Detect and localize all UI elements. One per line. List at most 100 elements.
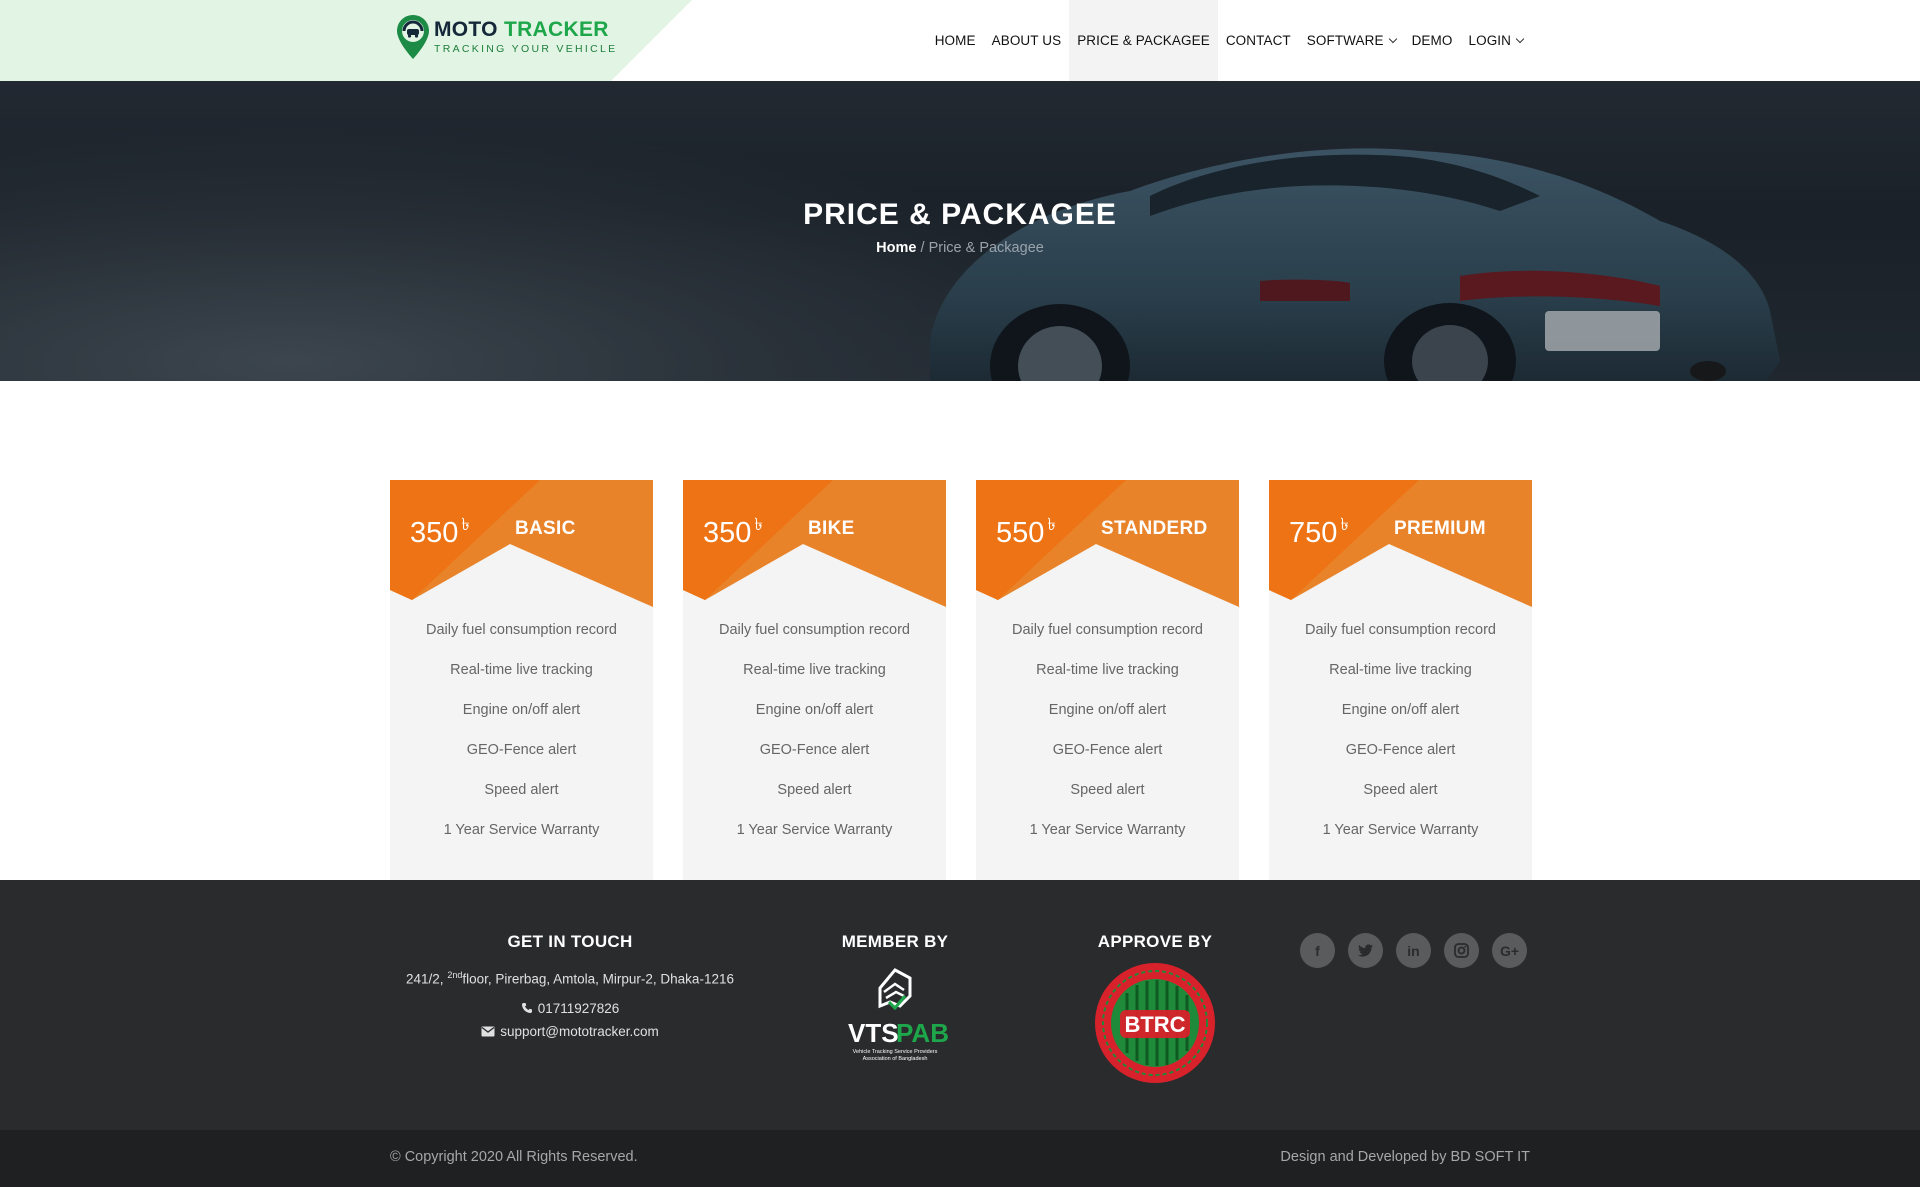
address-floor-sup: 2nd [447, 970, 463, 980]
phone-number: 01711927826 [537, 1000, 620, 1016]
approve-column: APPROVE BY BTRC [1080, 932, 1230, 1091]
pricing-card-header: 750 ৳ PREMIUM [1269, 480, 1532, 610]
approve-heading: APPROVE BY [1097, 932, 1213, 951]
breadcrumb: Home / Price & Packagee [0, 240, 1920, 256]
contact-address: 241/2, 2ndfloor, Pirerbag, Amtola, Mirpu… [390, 970, 750, 987]
brand-tagline: TRACKING YOUR VEHICLE [434, 42, 618, 55]
brand-name-part2: TRACKER [503, 17, 609, 41]
social-links: f in G+ [1300, 933, 1527, 968]
feature-item: Speed alert [777, 782, 852, 798]
contact-column: GET IN TOUCH 241/2, 2ndfloor, Pirerbag, … [390, 932, 750, 1039]
plan-price: 750 ৳ [1289, 512, 1349, 550]
feature-item: Daily fuel consumption record [1011, 622, 1203, 638]
plan-price: 350 ৳ [410, 512, 470, 550]
copyright-bar: © Copyright 2020 All Rights Reserved. De… [0, 1130, 1920, 1187]
vtspab-logo-text-vts: VTS [848, 1018, 899, 1048]
feature-item: 1 Year Service Warranty [1029, 822, 1186, 838]
feature-item: GEO-Fence alert [759, 742, 870, 758]
instagram-glyph [1454, 943, 1469, 958]
feature-item: GEO-Fence alert [1052, 742, 1163, 758]
plan-name: BIKE [808, 518, 855, 539]
price-value: 350 [410, 517, 459, 549]
pricing-card-basic[interactable]: 350 ৳ BASIC Daily fuel consumption record… [390, 480, 653, 880]
feature-item: GEO-Fence alert [1345, 742, 1456, 758]
google-plus-icon[interactable]: G+ [1492, 933, 1527, 968]
nav-software[interactable]: SOFTWARE [1299, 0, 1404, 81]
chevron-down-icon [1515, 34, 1525, 44]
nav-contact-label: CONTACT [1225, 33, 1291, 48]
facebook-icon[interactable]: f [1300, 933, 1335, 968]
nav-price-package[interactable]: PRICE & PACKAGEE [1069, 0, 1218, 81]
btrc-logo-text: BTRC [1124, 1012, 1185, 1037]
page-title: PRICE & PACKAGEE [803, 198, 1117, 231]
plan-price: 550 ৳ [996, 512, 1056, 550]
feature-item: 1 Year Service Warranty [1322, 822, 1479, 838]
plan-price: 350 ৳ [703, 512, 763, 550]
breadcrumb-separator: / [916, 240, 929, 256]
feature-list: Daily fuel consumption record Real-time … [976, 610, 1239, 850]
feature-item: 1 Year Service Warranty [736, 822, 893, 838]
breadcrumb-home-link[interactable]: Home [876, 240, 916, 256]
member-heading: MEMBER BY [841, 932, 949, 951]
feature-list: Daily fuel consumption record Real-time … [1269, 610, 1532, 850]
site-logo[interactable]: MOTO TRACKER TRACKING YOUR VEHICLE [396, 14, 617, 60]
vtspab-logo-text-pab: PAB [896, 1018, 949, 1048]
copyright-text: © Copyright 2020 All Rights Reserved. [390, 1149, 638, 1165]
instagram-icon[interactable] [1444, 933, 1479, 968]
nav-demo-label: DEMO [1411, 33, 1453, 48]
pricing-card-premium[interactable]: 750 ৳ PREMIUM Daily fuel consumption reco… [1269, 480, 1532, 880]
pricing-card-standard[interactable]: 550 ৳ STANDERD Daily fuel consumption rec… [976, 480, 1239, 880]
nav-about-us[interactable]: ABOUT US [984, 0, 1070, 81]
feature-item: Real-time live tracking [743, 662, 886, 678]
twitter-icon[interactable] [1348, 933, 1383, 968]
phone-icon [521, 1003, 532, 1013]
pricing-section: 350 ৳ BASIC Daily fuel consumption record… [390, 480, 1532, 880]
vtspab-logo-caption-2: Association of Bangladesh [863, 1056, 928, 1062]
btrc-logo: BTRC [1095, 963, 1215, 1083]
nav-about-label: ABOUT US [991, 33, 1062, 48]
site-header: MOTO TRACKER TRACKING YOUR VEHICLE HOME … [0, 0, 1920, 81]
feature-item: Daily fuel consumption record [425, 622, 617, 638]
feature-item: Speed alert [1070, 782, 1145, 798]
pricing-card-header: 550 ৳ STANDERD [976, 480, 1239, 610]
contact-email[interactable]: support@mototracker.com [390, 1024, 750, 1039]
feature-item: GEO-Fence alert [466, 742, 577, 758]
twitter-bird-glyph [1358, 944, 1373, 957]
brand-name-part1: MOTO [434, 17, 498, 41]
plan-name: STANDERD [1101, 518, 1208, 539]
page-banner: PRICE & PACKAGEE Home / Price & Packagee [0, 81, 1920, 381]
nav-contact[interactable]: CONTACT [1218, 0, 1299, 81]
pricing-card-header: 350 ৳ BIKE [683, 480, 946, 610]
breadcrumb-current: Price & Packagee [928, 240, 1044, 256]
pricing-card-bike[interactable]: 350 ৳ BIKE Daily fuel consumption record … [683, 480, 946, 880]
feature-item: Engine on/off alert [755, 702, 874, 718]
site-footer: GET IN TOUCH 241/2, 2ndfloor, Pirerbag, … [0, 880, 1920, 1130]
main-nav: HOME ABOUT US PRICE & PACKAGEE CONTACT S… [927, 0, 1531, 81]
email-address: support@mototracker.com [500, 1023, 659, 1039]
feature-list: Daily fuel consumption record Real-time … [390, 610, 653, 850]
feature-list: Daily fuel consumption record Real-time … [683, 610, 946, 850]
price-value: 550 [996, 517, 1045, 549]
feature-item: Real-time live tracking [450, 662, 593, 678]
price-value: 350 [703, 517, 752, 549]
nav-price-label: PRICE & PACKAGEE [1077, 33, 1210, 48]
plan-name: PREMIUM [1394, 518, 1486, 539]
taka-currency-icon: ৳ [1047, 515, 1056, 534]
feature-item: Daily fuel consumption record [1304, 622, 1496, 638]
contact-phone[interactable]: 01711927826 [390, 1001, 750, 1016]
envelope-icon [481, 1026, 495, 1036]
nav-software-label: SOFTWARE [1306, 33, 1384, 48]
feature-item: Daily fuel consumption record [718, 622, 910, 638]
linkedin-icon[interactable]: in [1396, 933, 1431, 968]
developer-credit[interactable]: Design and Developed by BD SOFT IT [1280, 1149, 1530, 1165]
plan-name: BASIC [515, 518, 576, 539]
nav-demo[interactable]: DEMO [1404, 0, 1461, 81]
nav-home[interactable]: HOME [927, 0, 984, 81]
taka-currency-icon: ৳ [1340, 515, 1349, 534]
feature-item: Real-time live tracking [1036, 662, 1179, 678]
vtspab-logo: VTS PAB Vehicle Tracking Service Provide… [848, 968, 949, 1062]
feature-item: Engine on/off alert [1341, 702, 1460, 718]
feature-item: Speed alert [484, 782, 559, 798]
nav-login[interactable]: LOGIN [1460, 0, 1531, 81]
address-part1: 241/2, [406, 971, 448, 987]
